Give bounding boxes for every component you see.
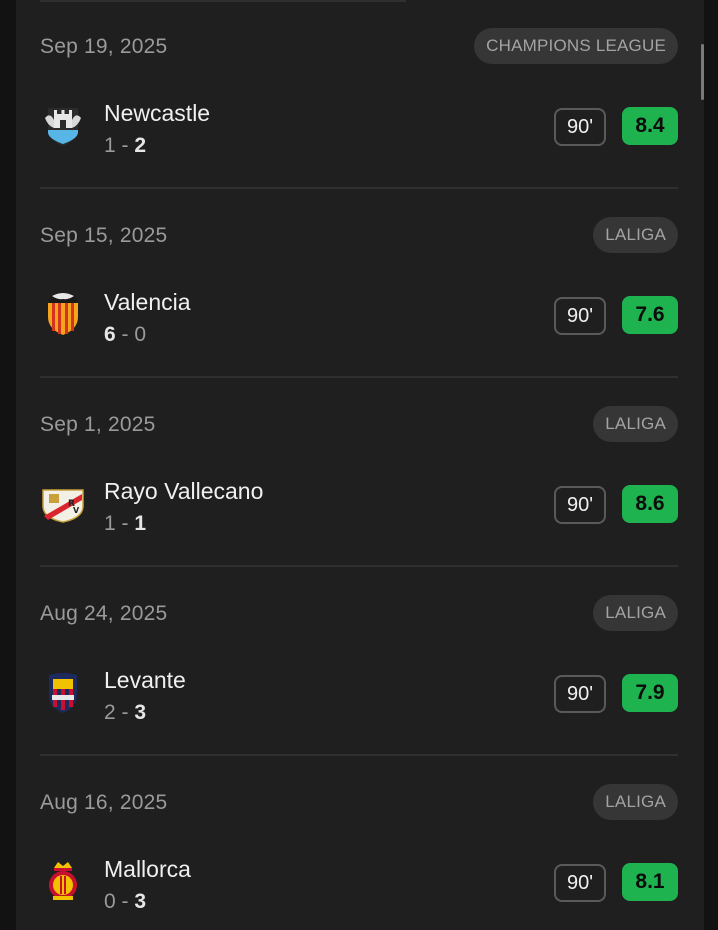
- away-goals: 3: [134, 701, 147, 724]
- opponent-name: Valencia: [104, 289, 191, 315]
- newcastle-crest-icon: [40, 102, 86, 148]
- match-history-card: Sep 19, 2025 CHAMPIONS LEAGUE Newcastle …: [16, 0, 704, 930]
- match-score: 1 - 2: [104, 134, 146, 158]
- league-badge[interactable]: LALIGA: [593, 784, 678, 820]
- opponent-name: Newcastle: [104, 100, 211, 126]
- player-rating-badge: 8.6: [622, 485, 678, 523]
- minutes-played-badge: 90': [554, 297, 606, 335]
- svg-text:V: V: [73, 506, 80, 515]
- valencia-crest-icon: [40, 291, 86, 337]
- score-separator: -: [121, 134, 129, 157]
- minutes-played-badge: 90': [554, 108, 606, 146]
- minutes-played-badge: 90': [554, 675, 606, 713]
- minutes-played-badge: 90': [554, 864, 606, 902]
- match-row[interactable]: Aug 16, 2025 LALIGA Mallorca 0 - 3 90' 8…: [16, 756, 704, 930]
- player-rating-badge: 8.4: [622, 107, 678, 145]
- match-date: Sep 19, 2025: [40, 35, 168, 58]
- match-score: 0 - 3: [104, 890, 146, 914]
- home-goals: 6: [104, 323, 116, 346]
- away-goals: 3: [134, 890, 147, 913]
- home-goals: 1: [104, 512, 116, 535]
- league-badge[interactable]: LALIGA: [593, 217, 678, 253]
- opponent-name: Levante: [104, 667, 186, 693]
- match-date: Sep 15, 2025: [40, 224, 168, 247]
- minutes-played-badge: 90': [554, 486, 606, 524]
- league-badge[interactable]: LALIGA: [593, 595, 678, 631]
- match-row[interactable]: Sep 1, 2025 LALIGA R V Rayo Vallecano 1 …: [16, 378, 704, 567]
- match-date: Aug 24, 2025: [40, 602, 168, 625]
- match-row[interactable]: Sep 19, 2025 CHAMPIONS LEAGUE Newcastle …: [16, 0, 704, 189]
- mallorca-crest-icon: [40, 858, 86, 904]
- levante-crest-icon: [40, 669, 86, 715]
- match-row[interactable]: Sep 15, 2025 LALIGA Valencia 6 - 0 90' 7…: [16, 189, 704, 378]
- opponent-name: Mallorca: [104, 856, 191, 882]
- player-rating-badge: 7.6: [622, 296, 678, 334]
- away-goals: 1: [134, 512, 147, 535]
- match-row[interactable]: Aug 24, 2025 LALIGA Levante 2 - 3 90' 7.…: [16, 567, 704, 756]
- match-date: Aug 16, 2025: [40, 791, 168, 814]
- opponent-name: Rayo Vallecano: [104, 478, 264, 504]
- league-badge[interactable]: LALIGA: [593, 406, 678, 442]
- league-badge[interactable]: CHAMPIONS LEAGUE: [474, 28, 678, 64]
- match-score: 2 - 3: [104, 701, 146, 725]
- away-goals: 2: [134, 134, 147, 157]
- home-goals: 0: [104, 890, 116, 913]
- match-date: Sep 1, 2025: [40, 413, 156, 436]
- match-score: 6 - 0: [104, 323, 146, 347]
- player-rating-badge: 8.1: [622, 863, 678, 901]
- away-goals: 0: [134, 323, 147, 346]
- home-goals: 1: [104, 134, 116, 157]
- score-separator: -: [121, 323, 129, 346]
- score-separator: -: [121, 512, 129, 535]
- home-goals: 2: [104, 701, 116, 724]
- rayo-vallecano-crest-icon: R V: [40, 480, 86, 526]
- score-separator: -: [121, 890, 129, 913]
- score-separator: -: [121, 701, 129, 724]
- player-rating-badge: 7.9: [622, 674, 678, 712]
- match-score: 1 - 1: [104, 512, 146, 536]
